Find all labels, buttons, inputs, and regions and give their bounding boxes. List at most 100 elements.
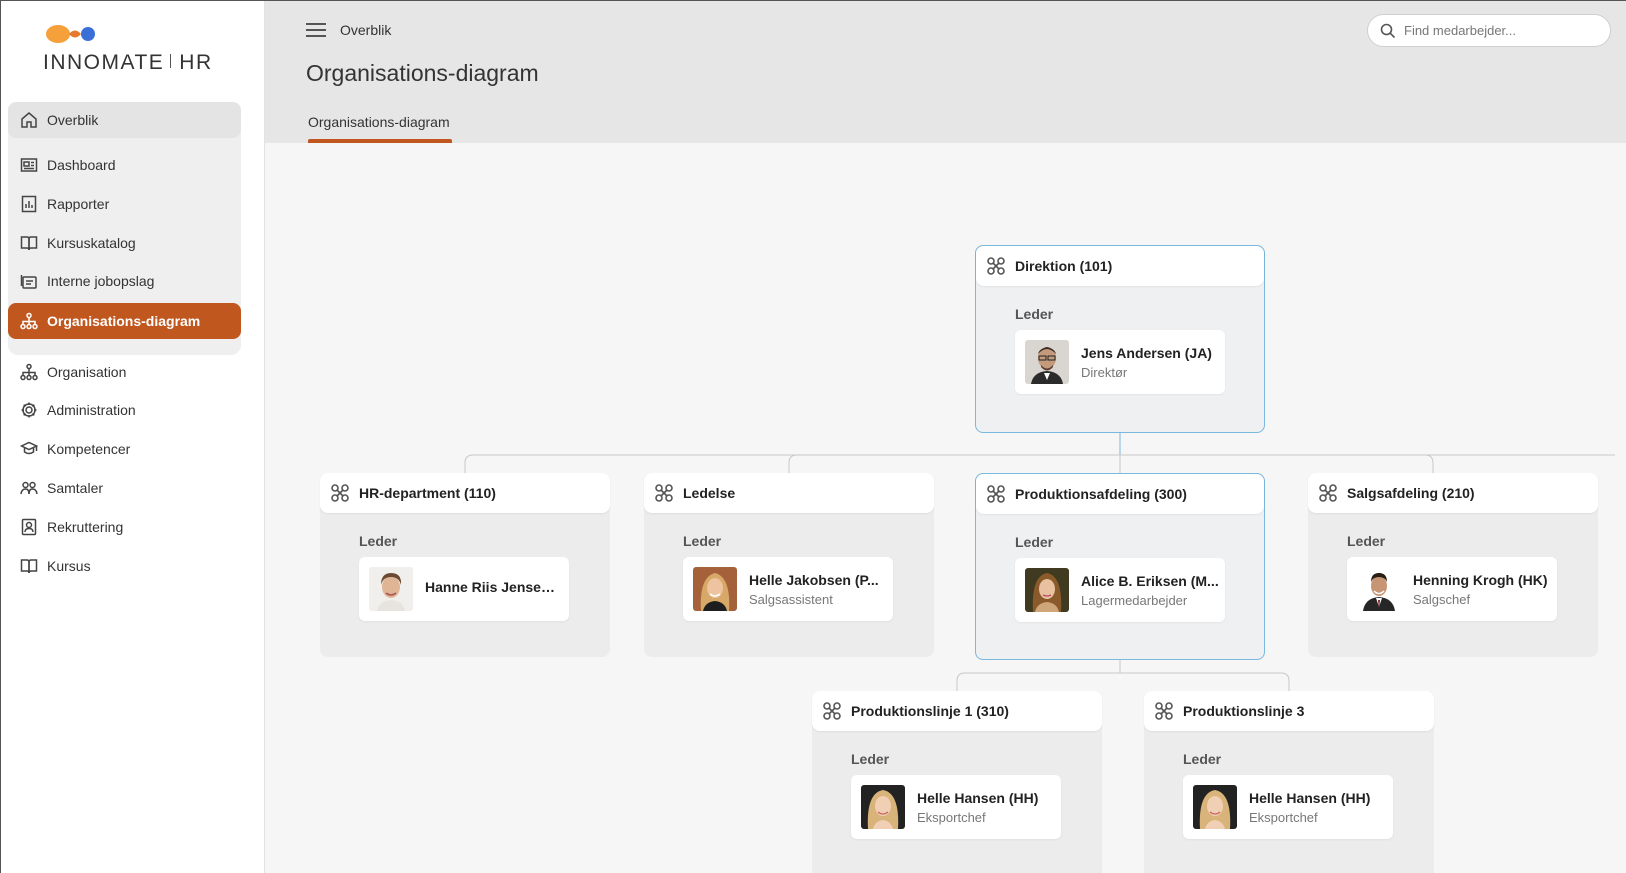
- graduation-cap-icon: [20, 440, 38, 458]
- person-title: Salgsassistent: [749, 591, 833, 607]
- report-icon: [20, 195, 38, 213]
- sidebar-item-interne-jobopslag[interactable]: Interne jobopslag: [8, 263, 241, 299]
- org-unit-direktion[interactable]: Direktion (101) Leder Jens Andersen (JA)…: [975, 245, 1265, 433]
- org-chart-canvas[interactable]: Direktion (101) Leder Jens Andersen (JA)…: [265, 143, 1626, 873]
- person-card[interactable]: Helle Hansen (HH) Eksportchef: [1183, 775, 1393, 839]
- person-name: Henning Krogh (HK): [1413, 571, 1548, 588]
- search-input[interactable]: [1404, 23, 1594, 38]
- person-name: Helle Hansen (HH): [1249, 789, 1371, 806]
- logo-text: INNOMATE HR: [43, 51, 213, 74]
- tab-label: Organisations-diagram: [308, 114, 450, 130]
- sidebar-item-overblik[interactable]: Overblik: [8, 102, 241, 138]
- org-unit-header[interactable]: Ledelse: [644, 473, 934, 513]
- avatar: [693, 567, 737, 611]
- unit-icon: [654, 483, 674, 503]
- sidebar-item-samtaler[interactable]: Samtaler: [8, 470, 241, 506]
- sidebar-item-administration[interactable]: Administration: [8, 392, 241, 428]
- sidebar-item-label: Rapporter: [47, 196, 110, 212]
- org-unit-header[interactable]: Produktionsafdeling (300): [976, 474, 1264, 514]
- sidebar-item-label: Kursuskatalog: [47, 235, 136, 251]
- sidebar-item-organisations-diagram[interactable]: Organisations-diagram: [8, 303, 241, 339]
- org-unit-name: HR-department (110): [359, 485, 496, 501]
- org-unit-produktionsafdeling[interactable]: Produktionsafdeling (300) Leder Alice B.…: [975, 473, 1265, 660]
- unit-icon: [1154, 701, 1174, 721]
- person-name: Hanne Riis Jensen ...: [425, 579, 563, 595]
- leader-label: Leder: [359, 533, 398, 549]
- sidebar-item-label: Samtaler: [47, 480, 104, 496]
- person-title: Eksportchef: [1249, 809, 1318, 825]
- sidebar-item-label: Organisation: [47, 364, 127, 380]
- sidebar-item-kursuskatalog[interactable]: Kursuskatalog: [8, 225, 241, 261]
- page-title: Organisations-diagram: [306, 60, 539, 86]
- person-info: Jens Andersen (JA) Direktør: [1081, 345, 1219, 380]
- person-card[interactable]: Henning Krogh (HK) Salgschef: [1347, 557, 1557, 621]
- menu-icon[interactable]: [306, 23, 326, 39]
- org-unit-name: Ledelse: [683, 485, 736, 501]
- tab-organisations-diagram[interactable]: Organisations-diagram: [308, 114, 452, 143]
- org-unit-ledelse[interactable]: Ledelse Leder Helle Jakobsen (P... Salgs…: [644, 473, 934, 657]
- org-chart-icon: [20, 312, 38, 330]
- org-unit-name: Produktionslinje 1 (310): [851, 703, 1009, 719]
- innomate-logo[interactable]: INNOMATE HR: [43, 23, 223, 79]
- breadcrumb[interactable]: Overblik: [340, 22, 391, 38]
- sidebar-item-kursus[interactable]: Kursus: [8, 548, 241, 584]
- logo-mark-icon: [46, 25, 95, 43]
- org-unit-produktionslinje-3[interactable]: Produktionslinje 3 Leder Helle Hansen (H…: [1144, 691, 1434, 873]
- sidebar-item-label: Interne jobopslag: [47, 273, 155, 289]
- gear-icon: [20, 401, 38, 419]
- sidebar-item-label: Kursus: [47, 558, 91, 574]
- person-card[interactable]: Helle Jakobsen (P... Salgsassistent: [683, 557, 893, 621]
- org-unit-hr-department[interactable]: HR-department (110) Leder Hanne Riis Jen…: [320, 473, 610, 657]
- person-title: Lagermedarbejder: [1081, 592, 1188, 608]
- sidebar-item-label: Dashboard: [47, 157, 116, 173]
- unit-icon: [986, 484, 1006, 504]
- sidebar-item-kompetencer[interactable]: Kompetencer: [8, 431, 241, 467]
- person-card[interactable]: Jens Andersen (JA) Direktør: [1015, 330, 1225, 394]
- book-icon: [20, 557, 38, 575]
- person-info: Helle Jakobsen (P... Salgsassistent: [749, 572, 887, 607]
- person-card[interactable]: Hanne Riis Jensen ...: [359, 557, 569, 621]
- avatar: [369, 567, 413, 611]
- leader-label: Leder: [1347, 533, 1386, 549]
- person-card[interactable]: Helle Hansen (HH) Eksportchef: [851, 775, 1061, 839]
- search-icon: [1380, 23, 1396, 38]
- unit-icon: [822, 701, 842, 721]
- person-card[interactable]: Alice B. Eriksen (M... Lagermedarbejder: [1015, 558, 1225, 622]
- people-icon: [20, 479, 38, 497]
- sidebar-item-rapporter[interactable]: Rapporter: [8, 186, 241, 222]
- sidebar-item-dashboard[interactable]: Dashboard: [8, 147, 241, 183]
- person-info: Helle Hansen (HH) Eksportchef: [917, 790, 1055, 825]
- unit-icon: [330, 483, 350, 503]
- avatar: [861, 785, 905, 829]
- org-unit-name: Direktion (101): [1015, 258, 1113, 274]
- leader-label: Leder: [683, 533, 722, 549]
- leader-label: Leder: [1183, 751, 1222, 767]
- org-unit-header[interactable]: Produktionslinje 3: [1144, 691, 1434, 731]
- sidebar-item-rekruttering[interactable]: Rekruttering: [8, 509, 241, 545]
- org-unit-salgsafdeling[interactable]: Salgsafdeling (210) Leder Henning Krogh …: [1308, 473, 1598, 657]
- person-title: Salgschef: [1413, 591, 1471, 607]
- sidebar-item-organisation[interactable]: Organisation: [8, 354, 241, 390]
- sidebar-item-label: Overblik: [47, 112, 99, 128]
- sidebar-item-label: Administration: [47, 402, 136, 418]
- page-header: Overblik Organisations-diagram Organisat…: [265, 1, 1626, 143]
- person-title: Direktør: [1081, 364, 1128, 380]
- org-unit-header[interactable]: Salgsafdeling (210): [1308, 473, 1598, 513]
- org-unit-header[interactable]: Direktion (101): [976, 246, 1264, 286]
- dashboard-icon: [20, 156, 38, 174]
- search-box[interactable]: [1367, 14, 1611, 47]
- sidebar-item-label: Kompetencer: [47, 441, 131, 457]
- avatar: [1357, 567, 1401, 611]
- person-info: Helle Hansen (HH) Eksportchef: [1249, 790, 1387, 825]
- org-unit-name: Produktionsafdeling (300): [1015, 486, 1187, 502]
- sidebar-item-label: Rekruttering: [47, 519, 124, 535]
- leader-label: Leder: [1015, 534, 1054, 550]
- home-icon: [20, 111, 38, 129]
- unit-icon: [1318, 483, 1338, 503]
- org-unit-produktionslinje-1[interactable]: Produktionslinje 1 (310) Leder Helle Han…: [812, 691, 1102, 873]
- unit-icon: [986, 256, 1006, 276]
- org-unit-header[interactable]: Produktionslinje 1 (310): [812, 691, 1102, 731]
- recruit-icon: [20, 518, 38, 536]
- org-unit-header[interactable]: HR-department (110): [320, 473, 610, 513]
- avatar: [1025, 340, 1069, 384]
